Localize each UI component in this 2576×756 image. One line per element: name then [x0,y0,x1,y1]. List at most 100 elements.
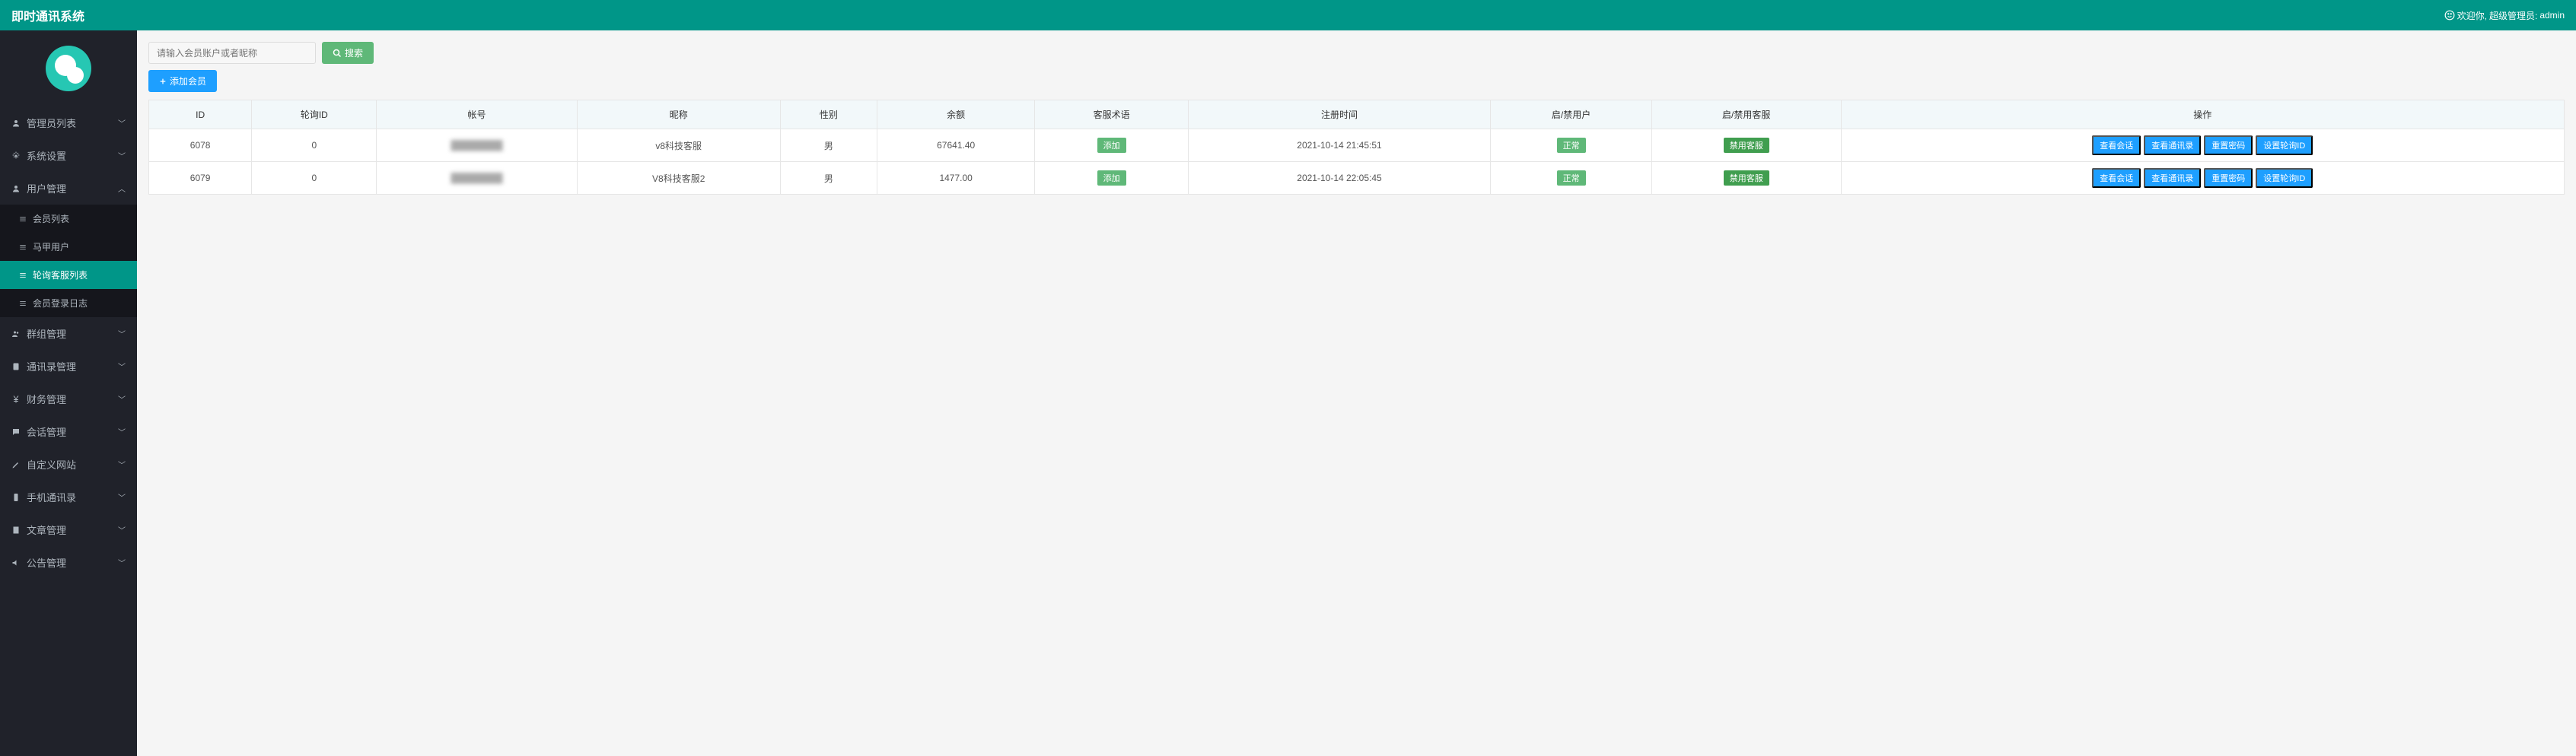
menu-system-settings[interactable]: 系统设置 ﹀ [0,139,137,172]
submenu-poll-cs-list[interactable]: 轮询客服列表 [0,261,137,289]
book-icon [11,362,21,371]
data-table: ID 轮询ID 帐号 昵称 性别 余额 客服术语 注册时间 启/禁用户 启/禁用… [148,100,2565,195]
cell-nickname: v8科技客服 [577,129,780,162]
menu-label: 管理员列表 [27,116,76,130]
action-btn-0[interactable]: 查看会话 [2092,135,2141,155]
welcome-role: 超级管理员: [2489,9,2537,22]
action-btn-3[interactable]: 设置轮询ID [2256,168,2313,188]
menu-admin-list[interactable]: 管理员列表 ﹀ [0,106,137,139]
menu-session-mgmt[interactable]: 会话管理 ﹀ [0,415,137,448]
submenu-label: 马甲用户 [33,240,69,253]
cs-status-badge[interactable]: 禁用客服 [1724,170,1769,186]
cell-id: 6078 [149,129,252,162]
action-btn-1[interactable]: 查看通讯录 [2144,168,2201,188]
th-poll-id: 轮询ID [252,100,377,129]
user-icon [11,184,21,193]
cell-balance: 1477.00 [877,162,1035,195]
menu-label: 用户管理 [27,181,66,195]
search-button[interactable]: 搜索 [322,42,374,64]
submenu-fake-user[interactable]: 马甲用户 [0,233,137,261]
menu-contact-mgmt[interactable]: 通讯录管理 ﹀ [0,350,137,383]
menu-article-mgmt[interactable]: 文章管理 ﹀ [0,513,137,546]
menu-user-mgmt[interactable]: 用户管理 ︿ [0,172,137,205]
chevron-down-icon: ﹀ [118,361,126,372]
cell-gender: 男 [780,162,877,195]
app-title: 即时通讯系统 [11,6,84,24]
menu-label: 文章管理 [27,523,66,537]
list-icon [19,215,27,223]
search-bar: 搜索 [148,42,2565,64]
chevron-down-icon: ﹀ [118,491,126,503]
menu-finance-mgmt[interactable]: 财务管理 ﹀ [0,383,137,415]
add-member-button[interactable]: 添加会员 [148,70,217,92]
th-user-status: 启/禁用户 [1491,100,1652,129]
cell-nickname: V8科技客服2 [577,162,780,195]
menu-announce-mgmt[interactable]: 公告管理 ﹀ [0,546,137,579]
th-reg-time: 注册时间 [1188,100,1491,129]
submenu-user: 会员列表 马甲用户 轮询客服列表 会员登录日志 [0,205,137,317]
cell-account: ████████ [377,162,577,195]
cell-user-status: 正常 [1491,162,1652,195]
submenu-label: 轮询客服列表 [33,268,88,281]
add-badge[interactable]: 添加 [1097,138,1126,153]
th-account: 帐号 [377,100,577,129]
add-badge[interactable]: 添加 [1097,170,1126,186]
pen-icon [11,460,21,469]
action-btn-1[interactable]: 查看通讯录 [2144,135,2201,155]
submenu-member-list[interactable]: 会员列表 [0,205,137,233]
user-icon [11,119,21,128]
action-btn-0[interactable]: 查看会话 [2092,168,2141,188]
cell-gender: 男 [780,129,877,162]
search-input[interactable] [148,42,316,64]
search-icon [333,49,342,58]
rmb-icon [11,395,21,404]
submenu-label: 会员登录日志 [33,297,88,310]
sidebar-logo [0,30,137,106]
main-content: 搜索 添加会员 ID 轮询ID 帐号 昵称 性别 余额 客服术语 注册时间 启/… [137,30,2576,206]
horn-icon [11,558,21,567]
th-cs-term: 客服术语 [1035,100,1188,129]
action-btn-3[interactable]: 设置轮询ID [2256,135,2313,155]
th-nickname: 昵称 [577,100,780,129]
chevron-down-icon: ﹀ [118,426,126,437]
list-icon [19,272,27,279]
status-badge[interactable]: 正常 [1557,138,1586,153]
list-icon [19,243,27,251]
menu-phone-contacts[interactable]: 手机通讯录 ﹀ [0,481,137,513]
cell-user-status: 正常 [1491,129,1652,162]
cell-balance: 67641.40 [877,129,1035,162]
cell-actions: 查看会话查看通讯录重置密码设置轮询ID [1841,129,2564,162]
th-balance: 余额 [877,100,1035,129]
status-badge[interactable]: 正常 [1557,170,1586,186]
chevron-down-icon: ﹀ [118,150,126,161]
menu-custom-site[interactable]: 自定义网站 ﹀ [0,448,137,481]
action-btn-2[interactable]: 重置密码 [2204,168,2253,188]
phone-icon [11,493,21,502]
th-cs-status: 启/禁用客服 [1651,100,1841,129]
menu-label: 系统设置 [27,148,66,163]
submenu-login-log[interactable]: 会员登录日志 [0,289,137,317]
chat-logo-icon [46,46,91,91]
smile-icon [2444,10,2455,21]
top-header: 即时通讯系统 欢迎你,超级管理员:admin [0,0,2576,30]
chevron-up-icon: ︿ [118,183,126,194]
cell-cs-status: 禁用客服 [1651,162,1841,195]
gear-icon [11,151,21,160]
table-row: 6079 0 ████████ V8科技客服2 男 1477.00 添加 202… [149,162,2565,195]
chevron-down-icon: ﹀ [118,393,126,405]
cell-poll-id: 0 [252,162,377,195]
menu-label: 通讯录管理 [27,359,76,373]
cell-actions: 查看会话查看通讯录重置密码设置轮询ID [1841,162,2564,195]
add-member-label: 添加会员 [170,75,206,87]
cell-reg-time: 2021-10-14 22:05:45 [1188,162,1491,195]
cell-poll-id: 0 [252,129,377,162]
chat-icon [11,427,21,437]
chevron-down-icon: ﹀ [118,557,126,568]
action-btn-2[interactable]: 重置密码 [2204,135,2253,155]
chevron-down-icon: ﹀ [118,524,126,535]
cs-status-badge[interactable]: 禁用客服 [1724,138,1769,153]
chevron-down-icon: ﹀ [118,117,126,129]
header-user-area[interactable]: 欢迎你,超级管理员:admin [2444,9,2565,22]
menu-label: 公告管理 [27,555,66,570]
menu-group-mgmt[interactable]: 群组管理 ﹀ [0,317,137,350]
